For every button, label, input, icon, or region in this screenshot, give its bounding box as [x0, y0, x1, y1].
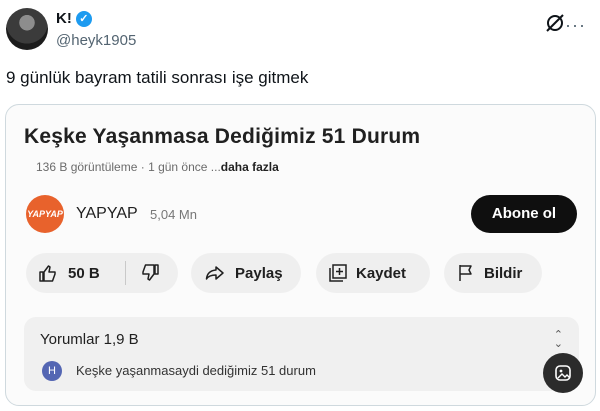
tweet-media[interactable]: Keşke Yaşanmasa Dediğimiz 51 Durum 136 B…: [5, 104, 596, 406]
report-button: Bildir: [444, 253, 542, 293]
share-button: Paylaş: [191, 253, 301, 293]
share-icon: [205, 266, 224, 280]
dislike-button: [126, 263, 160, 283]
more-icon[interactable]: ···: [565, 16, 586, 34]
comment-avatar: H: [42, 361, 62, 381]
expand-icon: ⌃ ⌄: [553, 329, 563, 350]
thumbs-down-icon: [142, 264, 159, 281]
avatar[interactable]: [6, 8, 48, 50]
channel-logo: YAPYAP: [26, 195, 64, 233]
video-meta: 136 B görüntüleme · 1 gün önce ...daha f…: [36, 160, 279, 174]
like-button: 50 B: [26, 261, 126, 285]
like-dislike-group: 50 B: [26, 253, 178, 293]
grok-icon[interactable]: [544, 12, 566, 34]
tweet-header: K! ✓ @heyk1905 ···: [6, 6, 586, 54]
video-title: Keşke Yaşanmasa Dediğimiz 51 Durum: [24, 125, 421, 148]
tweet-text: 9 günlük bayram tatili sonrası işe gitme…: [6, 68, 309, 87]
name-row: K! ✓: [56, 10, 92, 27]
subscriber-count: 5,04 Mn: [150, 207, 197, 222]
share-label: Paylaş: [235, 264, 283, 282]
display-name[interactable]: K!: [56, 10, 72, 27]
alt-text-icon: [555, 365, 571, 381]
comments-section: Yorumlar 1,9 B ⌃ ⌄ H Keşke yaşanmasaydi d…: [24, 317, 579, 391]
verified-badge-icon: ✓: [75, 10, 92, 27]
video-meta-text: 136 B görüntüleme · 1 gün önce ...: [36, 160, 221, 174]
user-handle[interactable]: @heyk1905: [56, 32, 136, 49]
comment-text: Keşke yaşanmasaydi dediğimiz 51 durum: [76, 363, 316, 378]
save-label: Kaydet: [356, 264, 407, 282]
channel-name: YAPYAP: [76, 205, 138, 222]
report-label: Bildir: [484, 264, 523, 282]
comments-title: Yorumlar 1,9 B: [40, 331, 139, 348]
subscribe-button: Abone ol: [471, 195, 577, 233]
alt-text-button[interactable]: [543, 353, 583, 393]
save-button: Kaydet: [316, 253, 430, 293]
thumbs-up-icon: [39, 265, 56, 282]
flag-icon: [459, 265, 472, 281]
like-count: 50 B: [68, 264, 100, 282]
save-playlist-icon: [329, 264, 347, 282]
show-more-link: daha fazla: [220, 160, 279, 174]
